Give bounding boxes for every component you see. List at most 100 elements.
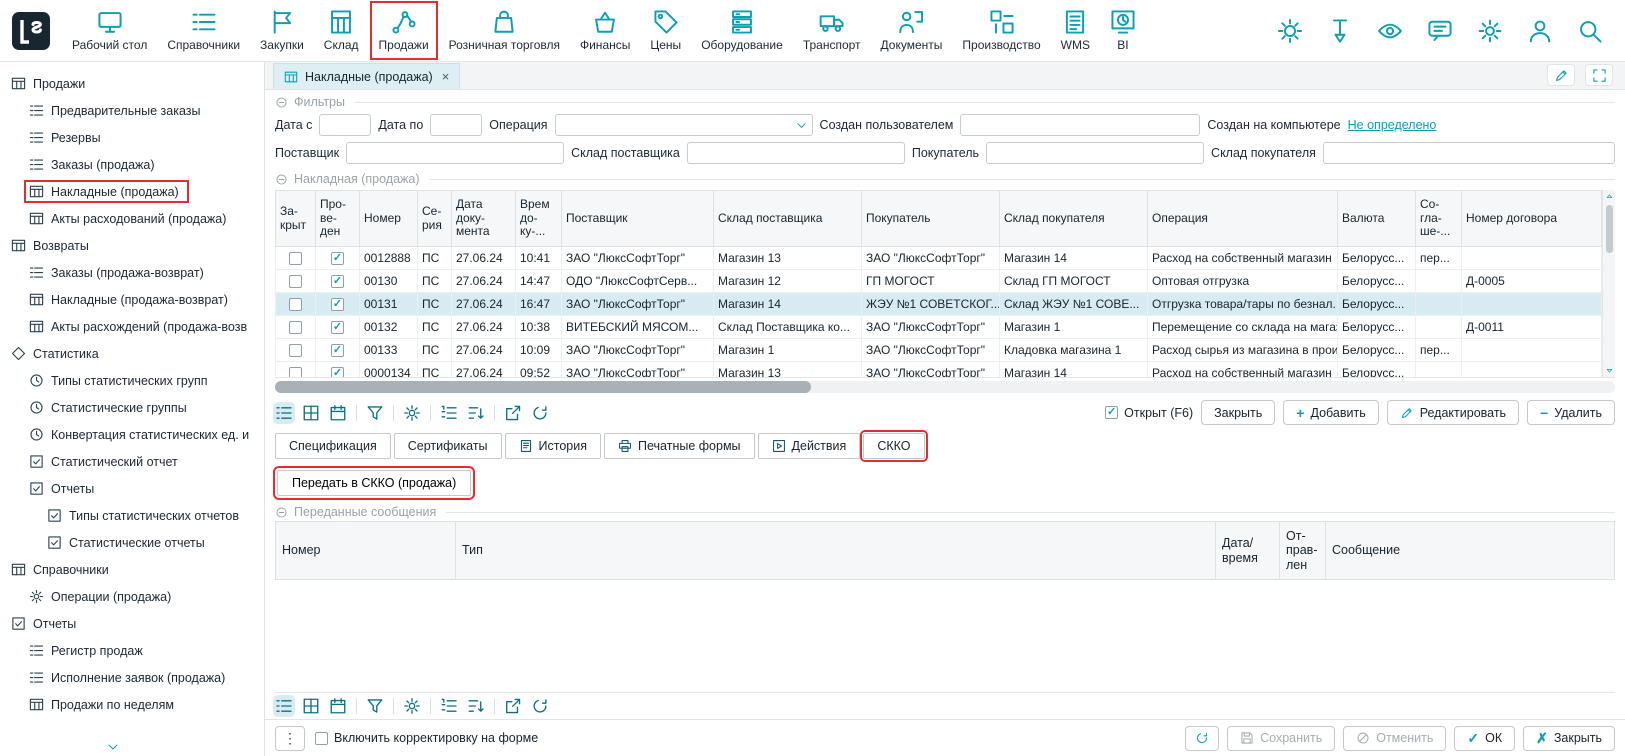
supplier-store-input[interactable] [687, 142, 905, 164]
edit-form-button[interactable] [1547, 64, 1575, 86]
close-button[interactable]: ✗Закрыть [1523, 726, 1615, 751]
table-row[interactable]: ✓00132ПС27.06.2410:38ВИТЕБСКИЙ МЯСОМ...С… [276, 316, 1602, 339]
created-by-input[interactable] [960, 114, 1200, 136]
scroll-up-icon[interactable] [1605, 192, 1614, 201]
operation-select[interactable] [555, 114, 813, 136]
sidebar-item[interactable]: Статистический отчет [0, 448, 264, 475]
nav-item-equipment[interactable]: Оборудование [691, 0, 793, 61]
nav-item-wms[interactable]: WMS [1051, 0, 1100, 61]
table-row[interactable]: ✓0000134ПС27.06.2409:52ЗАО "ЛюксСофтТорг… [276, 362, 1602, 379]
sidebar-item[interactable]: Заказы (продажа) [0, 151, 264, 178]
add-button[interactable]: +Добавить [1283, 400, 1378, 425]
sidebar-item[interactable]: Предварительные заказы [0, 97, 264, 124]
messages-icon[interactable] [1427, 18, 1453, 44]
scrollbar-thumb[interactable] [275, 381, 811, 393]
pin-icon[interactable] [1327, 18, 1353, 44]
open-f6-checkbox[interactable]: ✓ [1105, 406, 1118, 419]
refresh-icon[interactable] [531, 697, 549, 715]
column-header[interactable]: Тип [456, 522, 1216, 580]
sidebar-item[interactable]: Отчеты [0, 475, 264, 502]
nav-item-finance[interactable]: Финансы [570, 0, 640, 61]
sidebar-item[interactable]: Отчеты [0, 610, 264, 637]
closed-checkbox[interactable] [289, 367, 302, 378]
refresh-icon[interactable] [531, 404, 549, 422]
posted-checkbox[interactable]: ✓ [331, 321, 344, 334]
column-header[interactable]: Дата/время [1216, 522, 1280, 580]
closed-checkbox[interactable] [289, 321, 302, 334]
nav-item-sales[interactable]: Продажи [369, 0, 439, 61]
column-header[interactable]: Сообщение [1326, 522, 1615, 580]
fullscreen-button[interactable] [1585, 64, 1613, 86]
edit-button[interactable]: Редактировать [1387, 400, 1519, 425]
nav-item-desktop[interactable]: Рабочий стол [62, 0, 157, 61]
form-correction-toggle[interactable]: Включить корректировку на форме [315, 731, 538, 745]
nav-item-production[interactable]: Производство [952, 0, 1050, 61]
column-header[interactable]: Номер [276, 522, 456, 580]
column-header[interactable]: Дата доку- мента [452, 191, 516, 247]
filter-icon[interactable] [366, 697, 384, 715]
more-actions-button[interactable]: ⋮ [275, 726, 305, 751]
sidebar-item[interactable]: Заказы (продажа-возврат) [0, 259, 264, 286]
visibility-icon[interactable] [1377, 18, 1403, 44]
posted-checkbox[interactable]: ✓ [331, 367, 344, 378]
theme-icon[interactable] [1277, 18, 1303, 44]
export-icon[interactable] [504, 697, 522, 715]
close-record-button[interactable]: Закрыть [1201, 400, 1275, 425]
sidebar-item[interactable]: Регистр продаж [0, 637, 264, 664]
tab-skko[interactable]: СККО [863, 433, 924, 459]
sidebar-item[interactable]: Накладные (продажа) [0, 178, 264, 205]
sidebar-item[interactable]: Справочники [0, 556, 264, 583]
sidebar-item[interactable]: Акты расходований (продажа) [0, 205, 264, 232]
table-row[interactable]: ✓00133ПС27.06.2410:09ЗАО "ЛюксСофтТорг"М… [276, 339, 1602, 362]
calendar-icon[interactable] [329, 697, 347, 715]
open-f6-toggle[interactable]: ✓ Открыт (F6) [1105, 406, 1193, 420]
column-header[interactable]: Покупатель [862, 191, 1000, 247]
form-correction-checkbox[interactable] [315, 732, 328, 745]
settings-icon[interactable] [403, 404, 421, 422]
sidebar-item[interactable]: Типы статистических групп [0, 367, 264, 394]
view-list-icon[interactable] [275, 404, 293, 422]
sidebar-item[interactable]: Накладные (продажа-возврат) [0, 286, 264, 313]
search-icon[interactable] [1577, 18, 1603, 44]
tab-certificates[interactable]: Сертификаты [394, 433, 502, 459]
tab-close-icon[interactable]: × [442, 69, 450, 84]
column-header[interactable]: Врем до- ку-... [516, 191, 562, 247]
column-header[interactable]: Склад поставщика [714, 191, 862, 247]
vertical-scrollbar[interactable] [1602, 190, 1615, 377]
column-header[interactable]: От- прав- лен [1280, 522, 1326, 580]
closed-checkbox[interactable] [289, 252, 302, 265]
ok-button[interactable]: ✓ОК [1454, 726, 1515, 751]
posted-checkbox[interactable]: ✓ [331, 252, 344, 265]
profile-icon[interactable] [1527, 18, 1553, 44]
sidebar-item[interactable]: Статистика [0, 340, 264, 367]
sidebar-item[interactable]: Резервы [0, 124, 264, 151]
cancel-button[interactable]: Отменить [1343, 726, 1446, 751]
app-logo[interactable] [12, 12, 50, 50]
tab-actions[interactable]: Действия [758, 433, 861, 459]
export-icon[interactable] [504, 404, 522, 422]
column-header[interactable]: Операция [1148, 191, 1338, 247]
transfer-to-skko-button[interactable]: Передать в СККО (продажа) [277, 470, 471, 496]
settings-icon[interactable] [403, 697, 421, 715]
nav-item-warehouse[interactable]: Склад [314, 0, 369, 61]
delete-button[interactable]: −Удалить [1527, 400, 1615, 425]
tab-history[interactable]: История [505, 433, 601, 459]
scrollbar-thumb[interactable] [1606, 205, 1613, 253]
numbered-list-icon[interactable] [440, 404, 458, 422]
tab-invoices-sales[interactable]: Накладные (продажа) × [273, 63, 460, 89]
column-header[interactable]: Се- рия [418, 191, 452, 247]
column-header[interactable]: Номер договора [1462, 191, 1602, 247]
posted-checkbox[interactable]: ✓ [331, 275, 344, 288]
posted-checkbox[interactable]: ✓ [331, 298, 344, 311]
numbered-list-icon[interactable] [440, 697, 458, 715]
table-row[interactable]: ✓0012888ПС27.06.2410:41ЗАО "ЛюксСофтТорг… [276, 247, 1602, 270]
nav-item-bi[interactable]: BI [1100, 0, 1146, 61]
sidebar-item[interactable]: Типы статистических отчетов [0, 502, 264, 529]
nav-item-retail[interactable]: Розничная торговля [439, 0, 570, 61]
filter-icon[interactable] [366, 404, 384, 422]
calendar-icon[interactable] [329, 404, 347, 422]
save-button[interactable]: Сохранить [1227, 726, 1335, 751]
created-on-computer-link[interactable]: Не определено [1348, 118, 1437, 132]
filters-group-header[interactable]: Фильтры [265, 90, 1625, 111]
grid-icon[interactable] [302, 697, 320, 715]
